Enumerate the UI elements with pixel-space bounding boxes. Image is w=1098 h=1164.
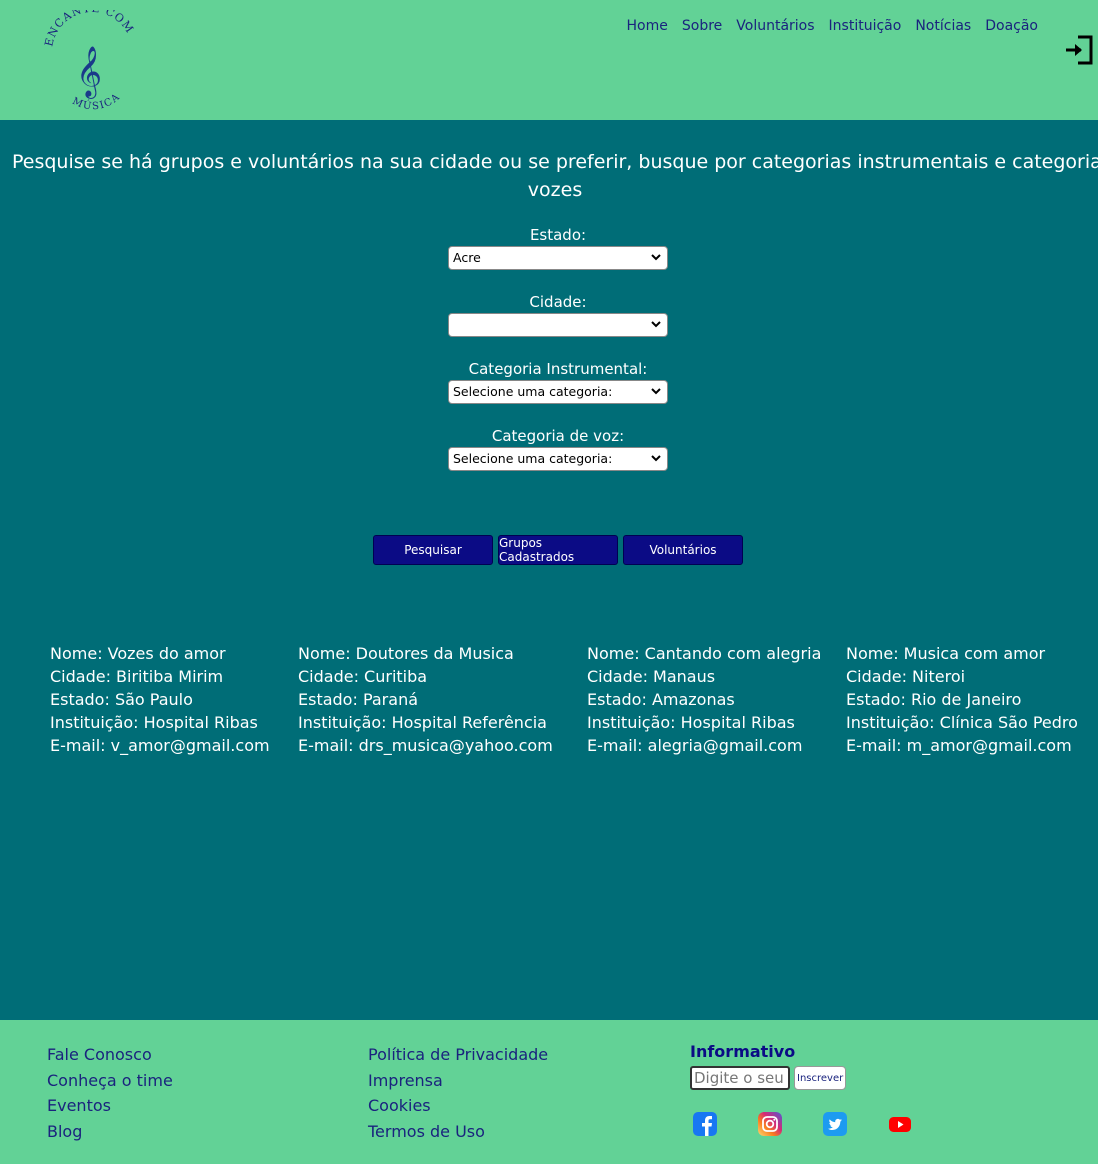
result-nome: Nome: Doutores da Musica <box>298 644 514 663</box>
chevron-down-icon <box>651 254 661 261</box>
footer-link-eventos[interactable]: Eventos <box>47 1093 173 1119</box>
instrumental-select[interactable]: Selecione uma categoria: <box>448 380 668 404</box>
result-card: Nome: Musica com amor Cidade: Niteroi Es… <box>846 642 1078 757</box>
cidade-label: Cidade: <box>529 293 587 311</box>
nav-voluntarios[interactable]: Voluntários <box>736 18 814 34</box>
nav-sobre[interactable]: Sobre <box>682 18 722 34</box>
result-instituicao: Instituição: Hospital Ribas <box>50 713 258 732</box>
newsletter-title: Informativo <box>690 1042 796 1061</box>
treble-clef-logo-icon[interactable]: ENCANTE COM MÚSICA 𝄞 <box>40 10 140 110</box>
chevron-down-icon <box>651 321 661 328</box>
headline-line-2: vozes <box>527 179 583 201</box>
action-buttons: Pesquisar Grupos Cadastrados Voluntários <box>373 535 743 565</box>
footer-links-col-2: Política de Privacidade Imprensa Cookies… <box>368 1042 548 1144</box>
result-email: E-mail: drs_musica@yahoo.com <box>298 736 553 755</box>
result-nome: Nome: Cantando com alegria <box>587 644 822 663</box>
page-title: Pesquise se há grupos e voluntários na s… <box>0 148 1098 204</box>
voz-select-value: Selecione uma categoria: <box>453 451 613 466</box>
social-links <box>693 1112 923 1136</box>
result-card: Nome: Doutores da Musica Cidade: Curitib… <box>298 642 553 757</box>
footer-link-termos[interactable]: Termos de Uso <box>368 1119 548 1145</box>
footer-link-blog[interactable]: Blog <box>47 1119 173 1145</box>
twitter-icon[interactable] <box>823 1112 847 1136</box>
result-instituicao: Instituição: Hospital Referência <box>298 713 547 732</box>
main-nav: Home Sobre Voluntários Instituição Notíc… <box>627 18 1038 34</box>
newsletter-email-input[interactable]: Digite o seu e-mail <box>690 1066 790 1090</box>
result-email: E-mail: m_amor@gmail.com <box>846 736 1072 755</box>
result-cidade: Cidade: Curitiba <box>298 667 428 686</box>
result-email: E-mail: v_amor@gmail.com <box>50 736 270 755</box>
estado-label: Estado: <box>529 226 587 244</box>
instrumental-field: Categoria Instrumental: Selecione uma ca… <box>448 360 668 404</box>
result-cidade: Cidade: Biritiba Mirim <box>50 667 224 686</box>
result-cidade: Cidade: Manaus <box>587 667 716 686</box>
svg-text:ENCANTE COM: ENCANTE COM <box>42 10 136 48</box>
search-button[interactable]: Pesquisar <box>373 535 493 565</box>
volunteers-button[interactable]: Voluntários <box>623 535 743 565</box>
estado-field: Estado: Acre <box>448 226 668 270</box>
site-footer: Fale Conosco Conheça o time Eventos Blog… <box>0 1020 1098 1164</box>
result-instituicao: Instituição: Hospital Ribas <box>587 713 795 732</box>
instrumental-label: Categoria Instrumental: <box>468 360 648 378</box>
nav-home[interactable]: Home <box>627 18 668 34</box>
footer-link-fale-conosco[interactable]: Fale Conosco <box>47 1042 173 1068</box>
voz-field: Categoria de voz: Selecione uma categori… <box>448 427 668 471</box>
result-cidade: Cidade: Niteroi <box>846 667 966 686</box>
footer-link-conheca-time[interactable]: Conheça o time <box>47 1068 173 1094</box>
voz-label: Categoria de voz: <box>491 427 625 445</box>
cidade-select[interactable] <box>448 313 668 337</box>
result-nome: Nome: Vozes do amor <box>50 644 226 663</box>
footer-link-imprensa[interactable]: Imprensa <box>368 1068 548 1094</box>
login-icon[interactable] <box>1064 34 1094 66</box>
footer-link-cookies[interactable]: Cookies <box>368 1093 548 1119</box>
cidade-field: Cidade: <box>448 293 668 337</box>
subscribe-button[interactable]: Inscrever <box>794 1066 847 1090</box>
groups-button[interactable]: Grupos Cadastrados <box>498 535 618 565</box>
result-email: E-mail: alegria@gmail.com <box>587 736 803 755</box>
instrumental-select-value: Selecione uma categoria: <box>453 384 613 399</box>
site-header: ENCANTE COM MÚSICA 𝄞 Home Sobre Voluntár… <box>0 0 1098 120</box>
result-estado: Estado: Rio de Janeiro <box>846 690 1022 709</box>
headline-line-1: Pesquise se há grupos e voluntários na s… <box>12 151 1098 173</box>
result-estado: Estado: Amazonas <box>587 690 735 709</box>
result-estado: Estado: Paraná <box>298 690 419 709</box>
search-section: Pesquise se há grupos e voluntários na s… <box>0 120 1098 1020</box>
chevron-down-icon <box>651 388 661 395</box>
result-estado: Estado: São Paulo <box>50 690 193 709</box>
estado-select[interactable]: Acre <box>448 246 668 270</box>
estado-select-value: Acre <box>453 250 481 265</box>
newsletter: Informativo Digite o seu e-mail Inscreve… <box>690 1042 847 1090</box>
result-card: Nome: Vozes do amor Cidade: Biritiba Mir… <box>50 642 270 757</box>
youtube-icon[interactable] <box>888 1112 912 1136</box>
nav-noticias[interactable]: Notícias <box>915 18 971 34</box>
chevron-down-icon <box>651 455 661 462</box>
svg-text:𝄞: 𝄞 <box>76 46 102 99</box>
footer-link-privacidade[interactable]: Política de Privacidade <box>368 1042 548 1068</box>
result-instituicao: Instituição: Clínica São Pedro <box>846 713 1078 732</box>
result-nome: Nome: Musica com amor <box>846 644 1046 663</box>
instagram-icon[interactable] <box>758 1112 782 1136</box>
facebook-icon[interactable] <box>693 1112 717 1136</box>
result-card: Nome: Cantando com alegria Cidade: Manau… <box>587 642 821 757</box>
voz-select[interactable]: Selecione uma categoria: <box>448 447 668 471</box>
footer-links-col-1: Fale Conosco Conheça o time Eventos Blog <box>47 1042 173 1144</box>
nav-instituicao[interactable]: Instituição <box>829 18 902 34</box>
nav-doacao[interactable]: Doação <box>985 18 1038 34</box>
